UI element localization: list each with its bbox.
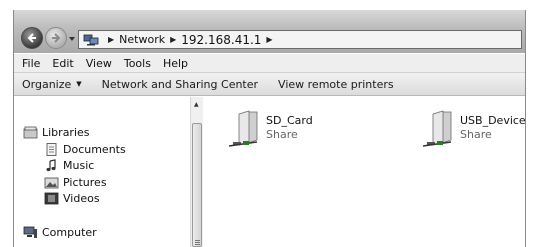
computer-icon xyxy=(23,226,37,238)
share-name: USB_Device xyxy=(460,114,526,127)
forward-button[interactable] xyxy=(45,27,67,49)
chevron-down-icon: ▼ xyxy=(76,80,82,88)
title-bar: ▶ Network ▶ 192.168.41.1 ▶ xyxy=(14,10,525,53)
menu-edit[interactable]: Edit xyxy=(47,57,80,70)
share-item-usb-device[interactable]: USB_Device Share xyxy=(421,108,526,150)
breadcrumb-host[interactable]: 192.168.41.1 xyxy=(181,33,261,47)
network-share-folder-icon xyxy=(422,110,452,147)
menu-tools[interactable]: Tools xyxy=(119,57,158,70)
libraries-icon xyxy=(23,126,38,139)
share-item-sd-card[interactable]: SD_Card Share xyxy=(227,108,313,150)
view-remote-printers-label: View remote printers xyxy=(278,77,394,91)
share-type: Share xyxy=(266,128,298,141)
recent-pages-dropdown[interactable] xyxy=(69,37,75,41)
nav-item-label: Pictures xyxy=(63,176,107,189)
grip-icon xyxy=(195,240,200,245)
network-sharing-center-label: Network and Sharing Center xyxy=(101,77,259,91)
scroll-up-arrow-icon[interactable]: ▲ xyxy=(194,101,199,108)
nav-item-pictures[interactable]: Pictures xyxy=(44,176,107,189)
nav-item-documents[interactable]: Documents xyxy=(44,143,126,156)
menu-bar: File Edit View Tools Help xyxy=(14,54,525,73)
explorer-window: ▶ Network ▶ 192.168.41.1 ▶ File Edit Vie… xyxy=(13,10,526,247)
scrollbar-thumb[interactable] xyxy=(192,123,202,247)
network-sharing-center-button[interactable]: Network and Sharing Center xyxy=(102,78,258,91)
back-button[interactable] xyxy=(21,27,43,49)
menu-file[interactable]: File xyxy=(17,57,47,70)
network-share-folder-icon xyxy=(228,110,258,147)
arrow-right-icon xyxy=(52,33,61,43)
nav-item-music[interactable]: Music xyxy=(44,159,94,172)
command-bar: Organize ▼ Network and Sharing Center Vi… xyxy=(14,73,525,96)
documents-icon xyxy=(46,143,57,156)
nav-item-label: Videos xyxy=(63,192,100,205)
share-text: USB_Device Share xyxy=(460,108,526,150)
nav-item-libraries[interactable]: Libraries xyxy=(23,126,90,139)
menu-help[interactable]: Help xyxy=(158,57,195,70)
breadcrumb-separator-icon[interactable]: ▶ xyxy=(266,35,272,44)
nav-item-label: Documents xyxy=(63,143,126,156)
nav-pane-scrollbar[interactable]: ▲ xyxy=(190,97,203,247)
navigation-pane: Libraries Documents Music Pictures Video… xyxy=(14,97,190,247)
nav-item-videos[interactable]: Videos xyxy=(44,192,100,205)
organize-button[interactable]: Organize ▼ xyxy=(22,78,82,91)
arrow-left-icon xyxy=(27,33,36,43)
address-bar[interactable]: ▶ Network ▶ 192.168.41.1 ▶ xyxy=(78,30,522,49)
organize-label: Organize xyxy=(22,77,72,91)
nav-item-label: Computer xyxy=(42,226,97,239)
nav-item-label: Music xyxy=(63,159,95,172)
network-icon xyxy=(83,34,99,45)
breadcrumb-network[interactable]: Network xyxy=(119,33,165,46)
content-pane: SD_Card Share USB_Device Share xyxy=(204,97,526,247)
menu-view[interactable]: View xyxy=(81,57,119,70)
view-remote-printers-button[interactable]: View remote printers xyxy=(278,78,394,91)
pictures-icon xyxy=(44,177,59,189)
share-text: SD_Card Share xyxy=(266,108,313,150)
nav-item-computer[interactable]: Computer xyxy=(23,226,97,239)
breadcrumb-separator-icon[interactable]: ▶ xyxy=(108,35,114,44)
music-icon xyxy=(46,159,56,172)
breadcrumb-separator-icon[interactable]: ▶ xyxy=(170,35,176,44)
videos-icon xyxy=(44,192,59,205)
share-type: Share xyxy=(460,128,492,141)
nav-item-label: Libraries xyxy=(42,126,90,139)
share-name: SD_Card xyxy=(266,114,313,127)
